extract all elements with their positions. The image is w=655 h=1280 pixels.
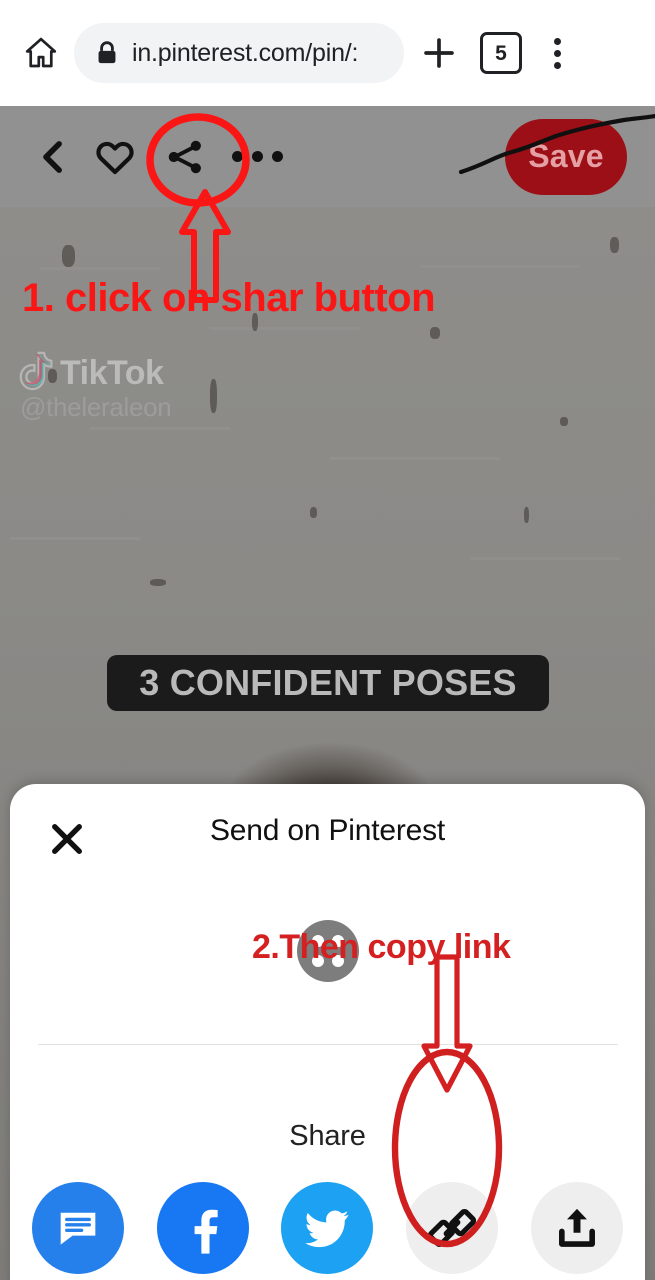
share-target-facebook[interactable]: Facebook: [145, 1182, 261, 1280]
annotation-step-1-text: 1. click on shar button: [22, 276, 436, 320]
more-options-button[interactable]: [226, 126, 288, 188]
menu-dot-2: [553, 49, 561, 57]
share-target-share-via[interactable]: Share via: [519, 1182, 635, 1280]
browser-menu-button[interactable]: [532, 22, 582, 84]
menu-dot-1: [553, 37, 561, 45]
share-via-icon-circle: [530, 1182, 623, 1274]
share-section-label: Share: [289, 1120, 366, 1152]
tab-count-value: 5: [495, 41, 507, 65]
back-button[interactable]: [22, 126, 84, 188]
plus-icon: [424, 38, 454, 68]
message-icon-circle: [32, 1182, 125, 1274]
tiktok-note-icon: [12, 349, 54, 397]
more-dot-1: [231, 151, 243, 162]
share-button[interactable]: [154, 126, 216, 188]
pin-action-bar: Save: [0, 106, 655, 207]
copy-link-icon-circle: [406, 1182, 499, 1274]
share-sheet-header: Send on Pinterest: [10, 784, 645, 888]
facebook-icon-circle: [156, 1182, 249, 1274]
facebook-icon: [194, 1209, 218, 1254]
lock-icon: [94, 39, 120, 67]
share-via-icon: [558, 1208, 595, 1247]
share-target-twitter[interactable]: Twitter: [269, 1182, 385, 1280]
twitter-icon: [305, 1210, 350, 1248]
share-icon: [168, 140, 201, 173]
pin-caption-text: 3 CONFIDENT POSES: [139, 662, 517, 703]
menu-dot-3: [553, 61, 561, 69]
save-button[interactable]: Save: [505, 118, 627, 195]
home-button[interactable]: [14, 26, 68, 80]
address-bar[interactable]: in.pinterest.com/pin/:: [74, 23, 404, 83]
url-text: in.pinterest.com/pin/:: [132, 38, 359, 67]
share-sheet-title: Send on Pinterest: [209, 814, 446, 847]
tab-count-badge: 5: [480, 32, 522, 74]
message-icon: [60, 1212, 96, 1245]
browser-toolbar: in.pinterest.com/pin/: 5: [0, 0, 655, 106]
tiktok-wordmark: TikTok: [60, 353, 164, 392]
tiktok-username: @theleraleon: [20, 392, 172, 422]
mobile-browser-screenshot: in.pinterest.com/pin/: 5 Save TikTok @th…: [0, 0, 655, 1280]
new-tab-button[interactable]: [408, 22, 470, 84]
home-icon: [25, 37, 57, 68]
pin-caption-chip: 3 CONFIDENT POSES: [107, 655, 549, 711]
back-arrow-icon: [43, 140, 62, 173]
more-dot-2: [251, 151, 263, 162]
sheet-divider: [38, 1044, 618, 1045]
share-target-message[interactable]: Message: [20, 1182, 136, 1280]
twitter-icon-circle: [281, 1182, 374, 1274]
tab-switcher-button[interactable]: 5: [470, 22, 532, 84]
tiktok-watermark: TikTok: [12, 349, 164, 397]
share-sheet: Send on Pinterest Share: [10, 784, 645, 1280]
annotation-step-2-text: 2.Then copy link: [252, 928, 511, 966]
link-icon: [427, 1209, 477, 1247]
heart-icon: [96, 141, 134, 174]
share-targets-row: Message Facebook: [10, 1182, 645, 1280]
share-target-copy-link[interactable]: Copy link: [394, 1182, 510, 1280]
like-button[interactable]: [84, 126, 146, 188]
more-dot-3: [271, 151, 283, 162]
